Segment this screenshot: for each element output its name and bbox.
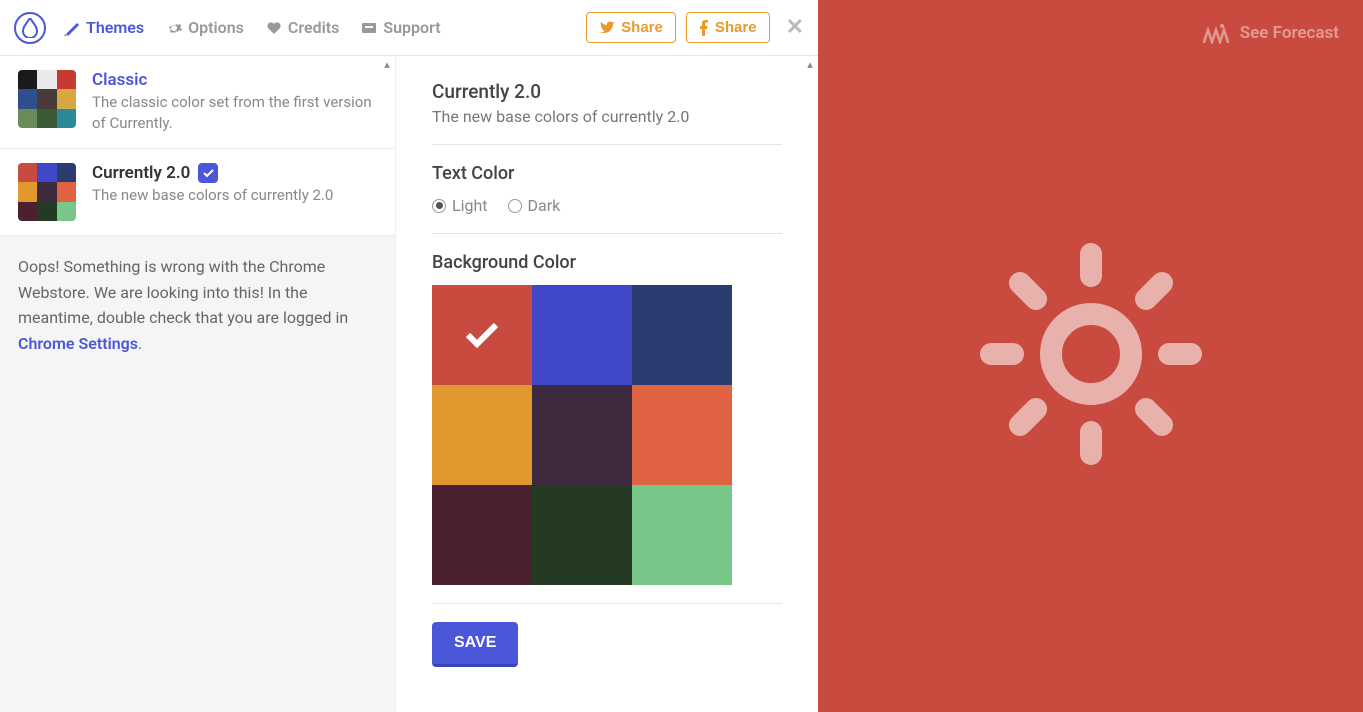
- share-facebook-button[interactable]: Share: [686, 12, 770, 43]
- nav-label: Themes: [86, 18, 144, 37]
- bg-color-label: Background Color: [432, 252, 782, 273]
- bg-color-swatch[interactable]: [532, 485, 632, 585]
- bg-color-swatch[interactable]: [532, 385, 632, 485]
- text-color-group: Light Dark: [432, 196, 782, 215]
- topbar-right: Share Share ✕: [586, 12, 804, 43]
- facebook-icon: [699, 20, 709, 36]
- sun-icon: [971, 234, 1211, 478]
- nav-label: Credits: [288, 18, 339, 37]
- radio-dot: [432, 199, 446, 213]
- bg-color-swatch[interactable]: [432, 485, 532, 585]
- wu-logo-icon: [1202, 22, 1230, 44]
- radio-label: Light: [452, 196, 488, 215]
- theme-item[interactable]: Currently 2.0The new base colors of curr…: [0, 149, 395, 236]
- topbar: Themes Options Credits Support: [0, 0, 818, 56]
- gear-icon: [166, 20, 182, 36]
- nav-label: Options: [188, 18, 244, 37]
- theme-desc: The classic color set from the first ver…: [92, 92, 377, 134]
- share-twitter-button[interactable]: Share: [586, 12, 676, 43]
- detail-title: Currently 2.0: [432, 80, 782, 103]
- text-color-option-light[interactable]: Light: [432, 196, 488, 215]
- bg-color-swatch[interactable]: [632, 485, 732, 585]
- twitter-icon: [599, 21, 615, 35]
- nav: Themes Options Credits Support: [64, 18, 441, 37]
- nav-credits[interactable]: Credits: [266, 18, 339, 37]
- divider: [432, 603, 782, 604]
- bg-color-swatch[interactable]: [632, 385, 732, 485]
- check-icon: [464, 321, 500, 349]
- theme-list: ClassicThe classic color set from the fi…: [0, 56, 395, 236]
- preview-pane: See Forecast: [818, 0, 1363, 712]
- theme-title: Currently 2.0: [92, 163, 377, 183]
- bg-color-swatch[interactable]: [432, 385, 532, 485]
- detail-desc: The new base colors of currently 2.0: [432, 107, 782, 126]
- radio-dot: [508, 199, 522, 213]
- divider: [432, 233, 782, 234]
- scroll-up-arrow[interactable]: ▴: [381, 58, 393, 70]
- nav-label: Support: [383, 18, 440, 37]
- close-button[interactable]: ✕: [786, 15, 804, 40]
- save-button[interactable]: SAVE: [432, 622, 518, 667]
- bg-color-swatch[interactable]: [432, 285, 532, 385]
- nav-options[interactable]: Options: [166, 18, 244, 37]
- see-forecast-link[interactable]: See Forecast: [1202, 22, 1339, 44]
- bg-color-grid: [432, 285, 782, 585]
- theme-title: Classic: [92, 70, 377, 90]
- theme-swatch: [18, 163, 76, 221]
- text-color-label: Text Color: [432, 163, 782, 184]
- theme-swatch: [18, 70, 76, 128]
- selected-check-icon: [198, 163, 218, 183]
- support-icon: [361, 20, 377, 36]
- nav-themes[interactable]: Themes: [64, 18, 144, 37]
- chrome-settings-link[interactable]: Chrome Settings: [18, 334, 138, 353]
- theme-detail: ▴ Currently 2.0 The new base colors of c…: [396, 56, 818, 712]
- webstore-error: Oops! Something is wrong with the Chrome…: [0, 236, 395, 712]
- heart-icon: [266, 20, 282, 36]
- bg-color-swatch[interactable]: [532, 285, 632, 385]
- theme-sidebar: ▴ ClassicThe classic color set from the …: [0, 56, 396, 712]
- radio-label: Dark: [528, 196, 561, 215]
- theme-item[interactable]: ClassicThe classic color set from the fi…: [0, 56, 395, 149]
- divider: [432, 144, 782, 145]
- error-text: Oops! Something is wrong with the Chrome…: [18, 257, 348, 327]
- forecast-label: See Forecast: [1240, 23, 1339, 43]
- settings-pane: Themes Options Credits Support: [0, 0, 818, 712]
- app-logo[interactable]: [14, 12, 46, 44]
- scroll-up-arrow[interactable]: ▴: [804, 58, 816, 70]
- share-label: Share: [621, 19, 663, 36]
- theme-desc: The new base colors of currently 2.0: [92, 185, 377, 206]
- text-color-option-dark[interactable]: Dark: [508, 196, 561, 215]
- nav-support[interactable]: Support: [361, 18, 440, 37]
- share-label: Share: [715, 19, 757, 36]
- bg-color-swatch[interactable]: [632, 285, 732, 385]
- brush-icon: [64, 20, 80, 36]
